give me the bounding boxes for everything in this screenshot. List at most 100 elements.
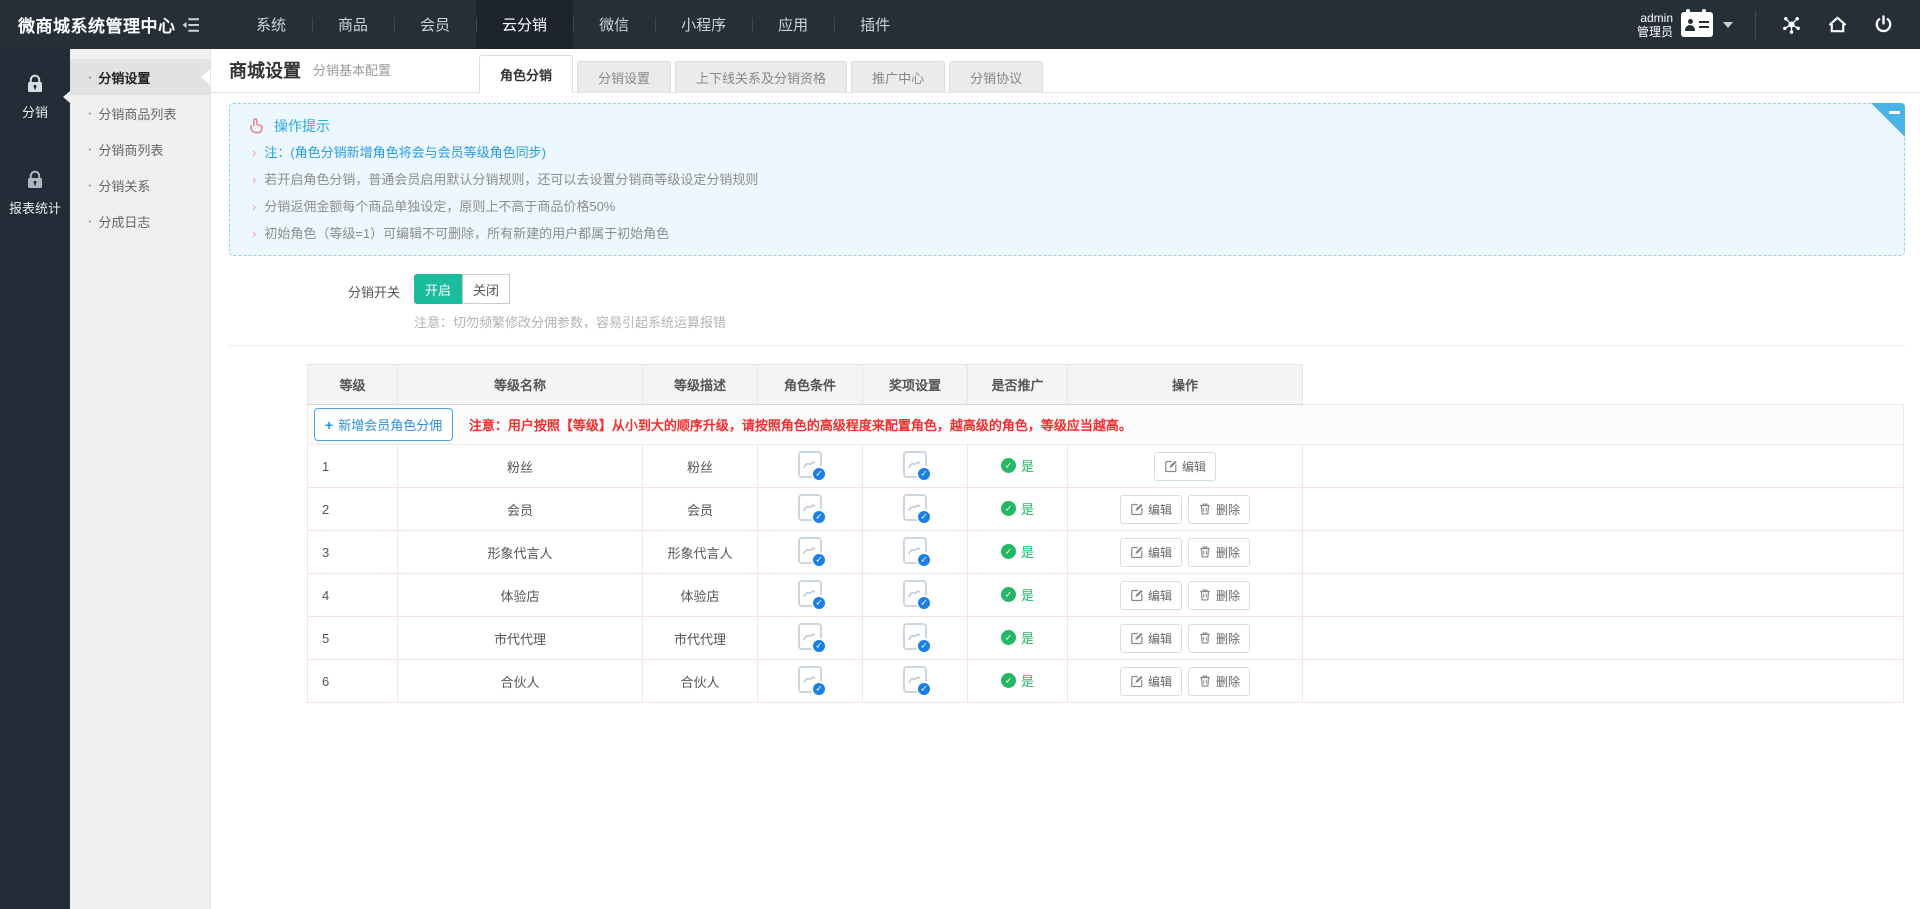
edit-button[interactable]: 编辑 xyxy=(1120,624,1182,653)
actions-cell: 编辑删除 xyxy=(1068,531,1303,574)
divider xyxy=(1755,10,1756,40)
sidebar-item-分成日志[interactable]: 分成日志 xyxy=(70,203,210,239)
check-circle-icon xyxy=(1001,544,1016,559)
check-badge-icon xyxy=(916,466,932,482)
collapse-tips-corner[interactable] xyxy=(1871,103,1905,137)
main-menu-item-插件[interactable]: 插件 xyxy=(834,0,916,49)
role-condition-icon[interactable] xyxy=(798,537,822,564)
prize-setting-icon[interactable] xyxy=(903,666,927,693)
column-header: 操作 xyxy=(1068,365,1303,405)
delete-button[interactable]: 删除 xyxy=(1188,495,1250,524)
sidebar-item-分销商列表[interactable]: 分销商列表 xyxy=(70,131,210,167)
role-condition-icon[interactable] xyxy=(798,494,822,521)
table-row: 2 会员 会员 xyxy=(308,488,1904,531)
switch-关闭[interactable]: 关闭 xyxy=(462,274,510,304)
divider xyxy=(229,345,1905,346)
tip-line: 初始角色（等级=1）可编辑不可删除，所有新建的用户都属于初始角色 xyxy=(248,220,1886,247)
edit-button[interactable]: 编辑 xyxy=(1120,667,1182,696)
tab-分销协议[interactable]: 分销协议 xyxy=(949,61,1043,93)
main-menu-item-微信[interactable]: 微信 xyxy=(573,0,655,49)
main-menu-item-商品[interactable]: 商品 xyxy=(312,0,394,49)
level-desc-cell: 会员 xyxy=(643,488,758,531)
column-header: 等级 xyxy=(308,365,398,405)
level-cell: 6 xyxy=(308,660,398,703)
actions-cell: 编辑 xyxy=(1068,445,1303,488)
trash-icon xyxy=(1198,631,1212,645)
level-desc-cell: 合伙人 xyxy=(643,660,758,703)
role-condition-icon[interactable] xyxy=(798,451,822,478)
edit-button[interactable]: 编辑 xyxy=(1120,495,1182,524)
check-circle-icon xyxy=(1001,673,1016,688)
tip-line: 分销返佣金额每个商品单独设定，原则上不高于商品价格50% xyxy=(248,193,1886,220)
main-menu-item-会员[interactable]: 会员 xyxy=(394,0,476,49)
main-menu-item-系统[interactable]: 系统 xyxy=(230,0,312,49)
distribution-switch-row: 分销开关 开启关闭 注意：切勿频繁修改分佣参数，容易引起系统运算报错 xyxy=(229,274,1905,331)
check-badge-icon xyxy=(811,509,827,525)
delete-button[interactable]: 删除 xyxy=(1188,667,1250,696)
tab-推广中心[interactable]: 推广中心 xyxy=(851,61,945,93)
topbar: 微商城系统管理中心 系统商品会员云分销微信小程序应用插件 admin 管理员 xyxy=(0,0,1920,49)
trash-icon xyxy=(1198,588,1212,602)
level-cell: 1 xyxy=(308,445,398,488)
role-condition-icon[interactable] xyxy=(798,666,822,693)
tab-bar: 角色分销分销设置上下线关系及分销资格推广中心分销协议 xyxy=(479,54,1047,92)
prize-setting-icon[interactable] xyxy=(903,494,927,521)
delete-button[interactable]: 删除 xyxy=(1188,538,1250,567)
switch-开启[interactable]: 开启 xyxy=(414,274,462,304)
sidebar-item-分销关系[interactable]: 分销关系 xyxy=(70,167,210,203)
pencil-icon xyxy=(1164,459,1178,473)
actions-cell: 编辑删除 xyxy=(1068,488,1303,531)
table-row: 3 形象代言人 形象代言人 xyxy=(308,531,1904,574)
check-circle-icon xyxy=(1001,458,1016,473)
delete-button[interactable]: 删除 xyxy=(1188,624,1250,653)
pencil-icon xyxy=(1130,502,1144,516)
add-role-button[interactable]: + 新增会员角色分佣 xyxy=(314,408,453,441)
roles-table: 等级等级名称等级描述角色条件奖项设置是否推广操作 + 新增会员角色分佣 xyxy=(307,364,1904,703)
rail-item-分销[interactable]: 分销 xyxy=(0,49,70,145)
tab-分销设置[interactable]: 分销设置 xyxy=(577,61,671,93)
main-menu-item-云分销[interactable]: 云分销 xyxy=(476,0,573,49)
sidebar-collapse-icon[interactable] xyxy=(168,0,214,49)
tab-上下线关系及分销资格[interactable]: 上下线关系及分销资格 xyxy=(675,61,847,93)
user-name: admin xyxy=(1637,11,1673,25)
home-button[interactable] xyxy=(1814,0,1860,49)
role-condition-icon[interactable] xyxy=(798,623,822,650)
check-badge-icon xyxy=(916,681,932,697)
edit-button[interactable]: 编辑 xyxy=(1120,581,1182,610)
level-name-cell: 形象代言人 xyxy=(398,531,643,574)
promote-status: 是 xyxy=(1001,499,1034,518)
sidebar-item-分销设置[interactable]: 分销设置 xyxy=(70,59,210,95)
page-title: 商城设置 xyxy=(229,57,301,83)
tips-title: 操作提示 xyxy=(274,116,330,136)
edit-button[interactable]: 编辑 xyxy=(1120,538,1182,567)
check-circle-icon xyxy=(1001,587,1016,602)
main-panel: 商城设置 分销基本配置 角色分销分销设置上下线关系及分销资格推广中心分销协议 操… xyxy=(210,49,1920,909)
tips-box: 操作提示 注：(角色分销新增角色将会与会员等级角色同步)若开启角色分销，普通会员… xyxy=(229,103,1905,256)
sidebar-item-分销商品列表[interactable]: 分销商品列表 xyxy=(70,95,210,131)
trash-icon xyxy=(1198,674,1212,688)
prize-setting-icon[interactable] xyxy=(903,537,927,564)
prize-setting-icon[interactable] xyxy=(903,623,927,650)
edit-button[interactable]: 编辑 xyxy=(1154,452,1216,481)
role-condition-icon[interactable] xyxy=(798,580,822,607)
page-subtitle: 分销基本配置 xyxy=(313,60,391,79)
module-rail: 分销 报表统计 xyxy=(0,49,70,909)
level-desc-cell: 体验店 xyxy=(643,574,758,617)
empty-cell xyxy=(1303,617,1904,660)
main-menu-item-小程序[interactable]: 小程序 xyxy=(655,0,752,49)
main-menu-item-应用[interactable]: 应用 xyxy=(752,0,834,49)
user-menu[interactable]: admin 管理员 xyxy=(1637,11,1743,39)
prize-setting-icon[interactable] xyxy=(903,580,927,607)
delete-button[interactable]: 删除 xyxy=(1188,581,1250,610)
shortcuts-button[interactable] xyxy=(1768,0,1814,49)
lock-icon xyxy=(24,169,46,191)
tab-角色分销[interactable]: 角色分销 xyxy=(479,55,573,93)
logout-button[interactable] xyxy=(1860,0,1906,49)
empty-cell xyxy=(1303,574,1904,617)
table-toolbar-row: + 新增会员角色分佣 注意：用户按照【等级】从小到大的顺序升级，请按照角色的高级… xyxy=(308,405,1904,445)
level-cell: 5 xyxy=(308,617,398,660)
rail-item-报表统计[interactable]: 报表统计 xyxy=(0,145,70,241)
prize-setting-icon[interactable] xyxy=(903,451,927,478)
distribution-switch: 开启关闭 xyxy=(414,274,726,304)
level-cell: 2 xyxy=(308,488,398,531)
